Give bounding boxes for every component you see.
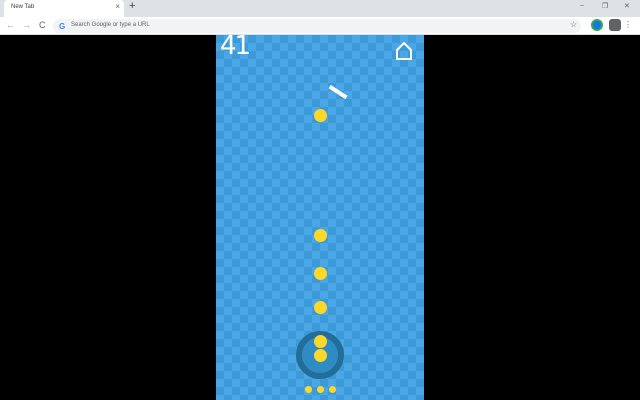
tab-title: New Tab [11,4,35,10]
forward-button[interactable]: → [22,20,31,30]
back-button[interactable]: ← [6,20,15,30]
ball [314,229,327,242]
profile-avatar-icon[interactable] [591,19,603,31]
omnibox-placeholder: Search Google or type a URL [71,22,150,28]
game-canvas[interactable]: 41 [216,35,424,400]
queued-ball [305,386,312,393]
ball [314,109,327,122]
omnibox[interactable]: G Search Google or type a URL ☆ [53,19,581,33]
bookmark-star-icon[interactable]: ☆ [570,20,577,29]
score-display: 41 [220,35,251,61]
close-window-button[interactable]: ✕ [624,2,630,10]
new-tab-button[interactable]: + [129,0,135,12]
rotating-bar [328,84,348,100]
restore-button[interactable]: ❐ [602,2,608,10]
tab-new-tab[interactable]: New Tab × [4,0,124,17]
queued-ball [329,386,336,393]
home-icon[interactable] [394,41,414,61]
browser-menu-icon[interactable]: ⋮ [624,20,632,29]
ball [314,267,327,280]
ball [314,349,327,362]
extensions-icon[interactable] [609,19,621,31]
ball [314,301,327,314]
minimize-button[interactable]: – [580,2,584,9]
google-icon: G [59,22,66,31]
reload-button[interactable]: C [39,20,46,30]
ball [314,335,327,348]
tab-close-icon[interactable]: × [115,2,120,11]
tab-strip: New Tab × + – ❐ ✕ [0,0,640,17]
queued-ball [317,386,324,393]
browser-toolbar: ← → C G Search Google or type a URL ☆ ⋮ [0,17,640,35]
